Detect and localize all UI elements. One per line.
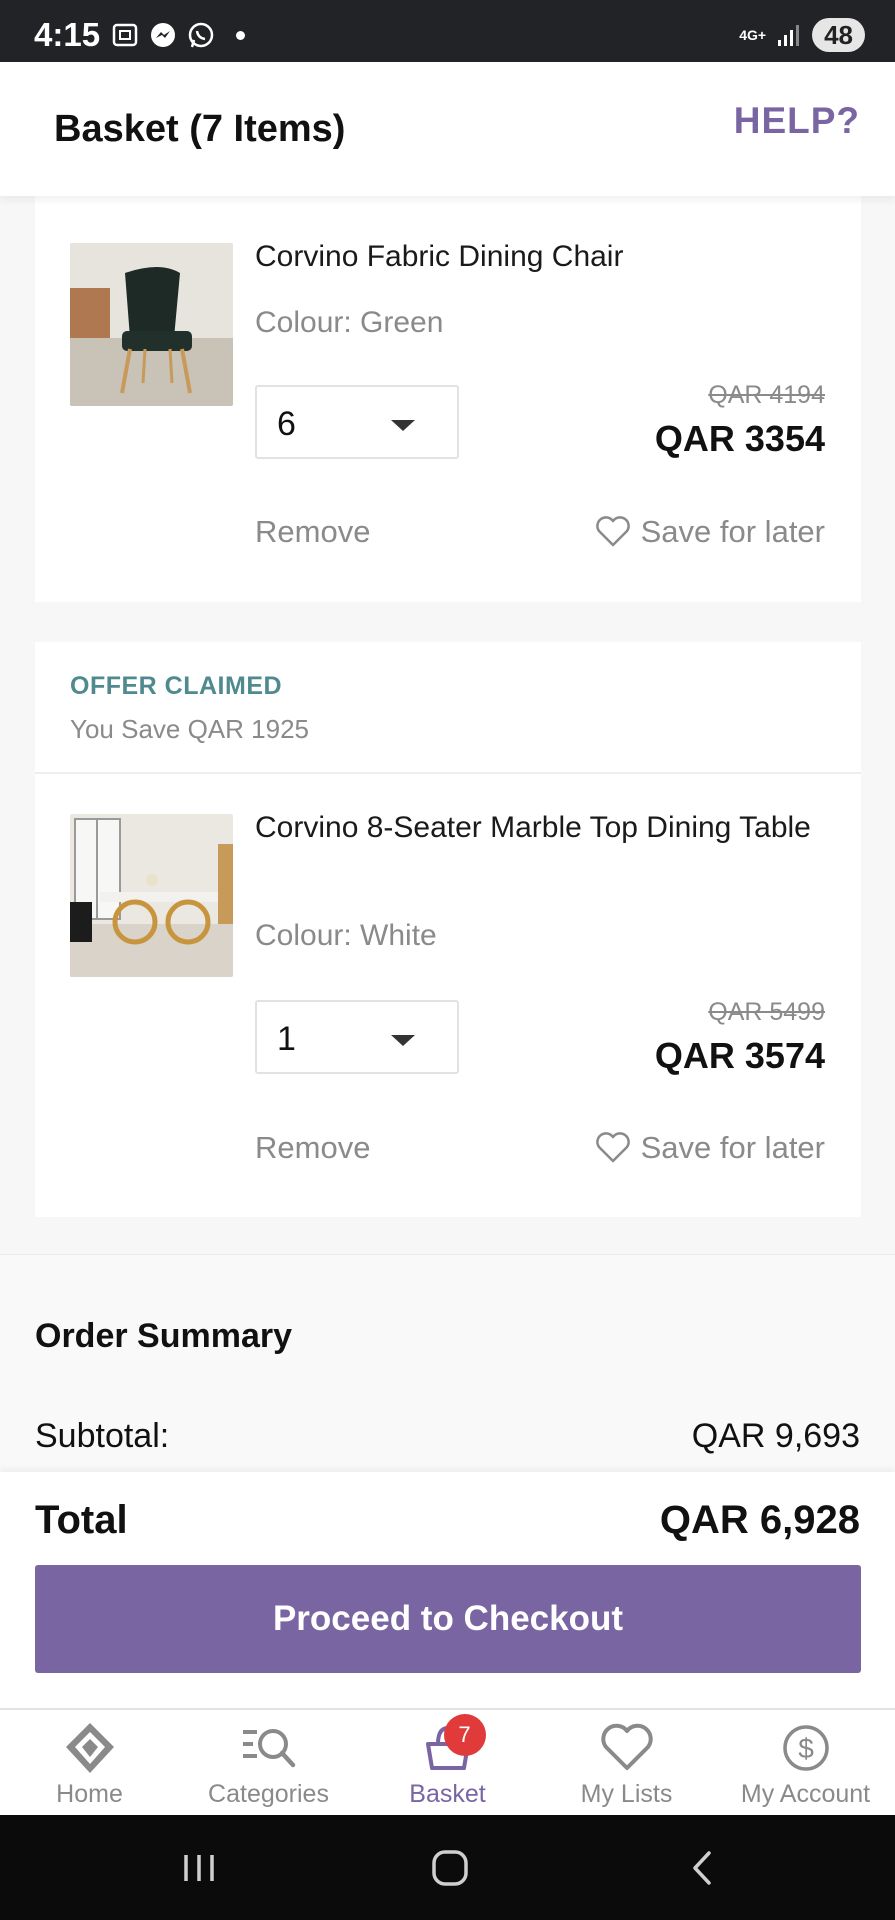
heart-icon — [595, 516, 630, 547]
offer-savings: You Save QAR 1925 — [70, 714, 309, 744]
order-summary-title: Order Summary — [35, 1317, 292, 1355]
tab-categories[interactable]: Categories — [179, 1710, 358, 1815]
status-notification-icons — [110, 20, 245, 50]
home-button-icon[interactable] — [425, 1845, 475, 1891]
back-icon[interactable] — [677, 1845, 727, 1891]
help-link[interactable]: HELP? — [734, 100, 860, 142]
product-image-table[interactable] — [70, 814, 233, 977]
divider — [35, 772, 861, 774]
total-value: QAR 6,928 — [659, 1498, 860, 1542]
offer-group: OFFER CLAIMED You Save QAR 1925 Corvino … — [35, 642, 861, 1217]
tab-basket[interactable]: 7 Basket — [358, 1710, 537, 1815]
save-for-later-button[interactable]: Save for later — [595, 514, 825, 550]
basket-item: Corvino Fabric Dining Chair Colour: Gree… — [35, 196, 861, 602]
proceed-to-checkout-button[interactable]: Proceed to Checkout — [35, 1565, 861, 1673]
total-label: Total — [35, 1498, 128, 1542]
product-name[interactable]: Corvino 8-Seater Marble Top Dining Table — [255, 807, 815, 848]
order-summary: Order Summary Subtotal: QAR 9,693 — [0, 1254, 895, 1472]
basket-icon: 7 — [418, 1714, 486, 1776]
categories-search-icon — [239, 1720, 299, 1776]
status-bar: 4:15 4G+ 48 — [0, 0, 895, 62]
tab-home[interactable]: Home — [0, 1710, 179, 1815]
status-time: 4:15 — [34, 16, 101, 53]
page-header: Basket (7 Items) HELP? — [0, 62, 895, 196]
recent-apps-icon[interactable] — [175, 1845, 225, 1891]
tab-label: Home — [56, 1780, 123, 1808]
signal-icon — [778, 25, 800, 46]
whatsapp-icon — [188, 22, 214, 48]
sale-price: QAR 3574 — [654, 1035, 825, 1076]
tab-label: My Account — [740, 1780, 871, 1808]
chevron-down-icon — [391, 420, 415, 431]
quantity-select[interactable]: 1 — [255, 1000, 459, 1074]
battery-level: 48 — [812, 18, 865, 52]
tab-label: Basket — [409, 1780, 486, 1808]
bottom-tab-bar: Home Categories 7 Basket My Lists $ My A… — [0, 1708, 895, 1815]
page-title: Basket (7 Items) — [54, 108, 346, 150]
subtotal-label: Subtotal: — [35, 1417, 170, 1455]
subtotal-value: QAR 9,693 — [691, 1417, 860, 1455]
screenshot-icon — [112, 23, 138, 47]
basket-content[interactable]: Corvino Fabric Dining Chair Colour: Gree… — [0, 196, 895, 1472]
basket-count-badge: 7 — [443, 1714, 486, 1756]
quantity-value: 1 — [277, 1020, 296, 1058]
tab-label: My Lists — [580, 1780, 673, 1808]
more-notifications-dot — [236, 30, 245, 40]
offer-title: OFFER CLAIMED — [70, 672, 283, 700]
tab-my-lists[interactable]: My Lists — [537, 1710, 716, 1815]
product-colour: Colour: White — [255, 919, 437, 952]
product-colour: Colour: Green — [255, 306, 444, 339]
chevron-down-icon — [391, 1035, 415, 1046]
account-icon: $ — [776, 1720, 836, 1776]
heart-icon — [595, 1132, 630, 1163]
original-price: QAR 4194 — [708, 381, 825, 409]
product-name[interactable]: Corvino Fabric Dining Chair — [255, 236, 815, 277]
svg-text:$: $ — [798, 1733, 814, 1764]
home-logo-icon — [60, 1720, 120, 1776]
checkout-panel: Total QAR 6,928 Proceed to Checkout — [0, 1472, 895, 1708]
status-system-icons: 4G+ 48 — [739, 18, 865, 52]
network-type: 4G+ — [739, 27, 767, 43]
heart-icon — [597, 1720, 657, 1776]
system-navigation-bar — [0, 1815, 895, 1920]
save-for-later-label: Save for later — [640, 1130, 825, 1165]
save-for-later-label: Save for later — [640, 514, 825, 549]
messenger-icon — [151, 23, 175, 47]
remove-button[interactable]: Remove — [255, 1130, 370, 1166]
quantity-value: 6 — [277, 405, 296, 443]
sale-price: QAR 3354 — [654, 418, 825, 459]
original-price: QAR 5499 — [708, 998, 825, 1026]
remove-button[interactable]: Remove — [255, 514, 370, 550]
save-for-later-button[interactable]: Save for later — [595, 1130, 825, 1166]
tab-my-account[interactable]: $ My Account — [716, 1710, 895, 1815]
quantity-select[interactable]: 6 — [255, 385, 459, 459]
tab-label: Categories — [208, 1780, 329, 1808]
product-image-chair[interactable] — [70, 243, 233, 406]
